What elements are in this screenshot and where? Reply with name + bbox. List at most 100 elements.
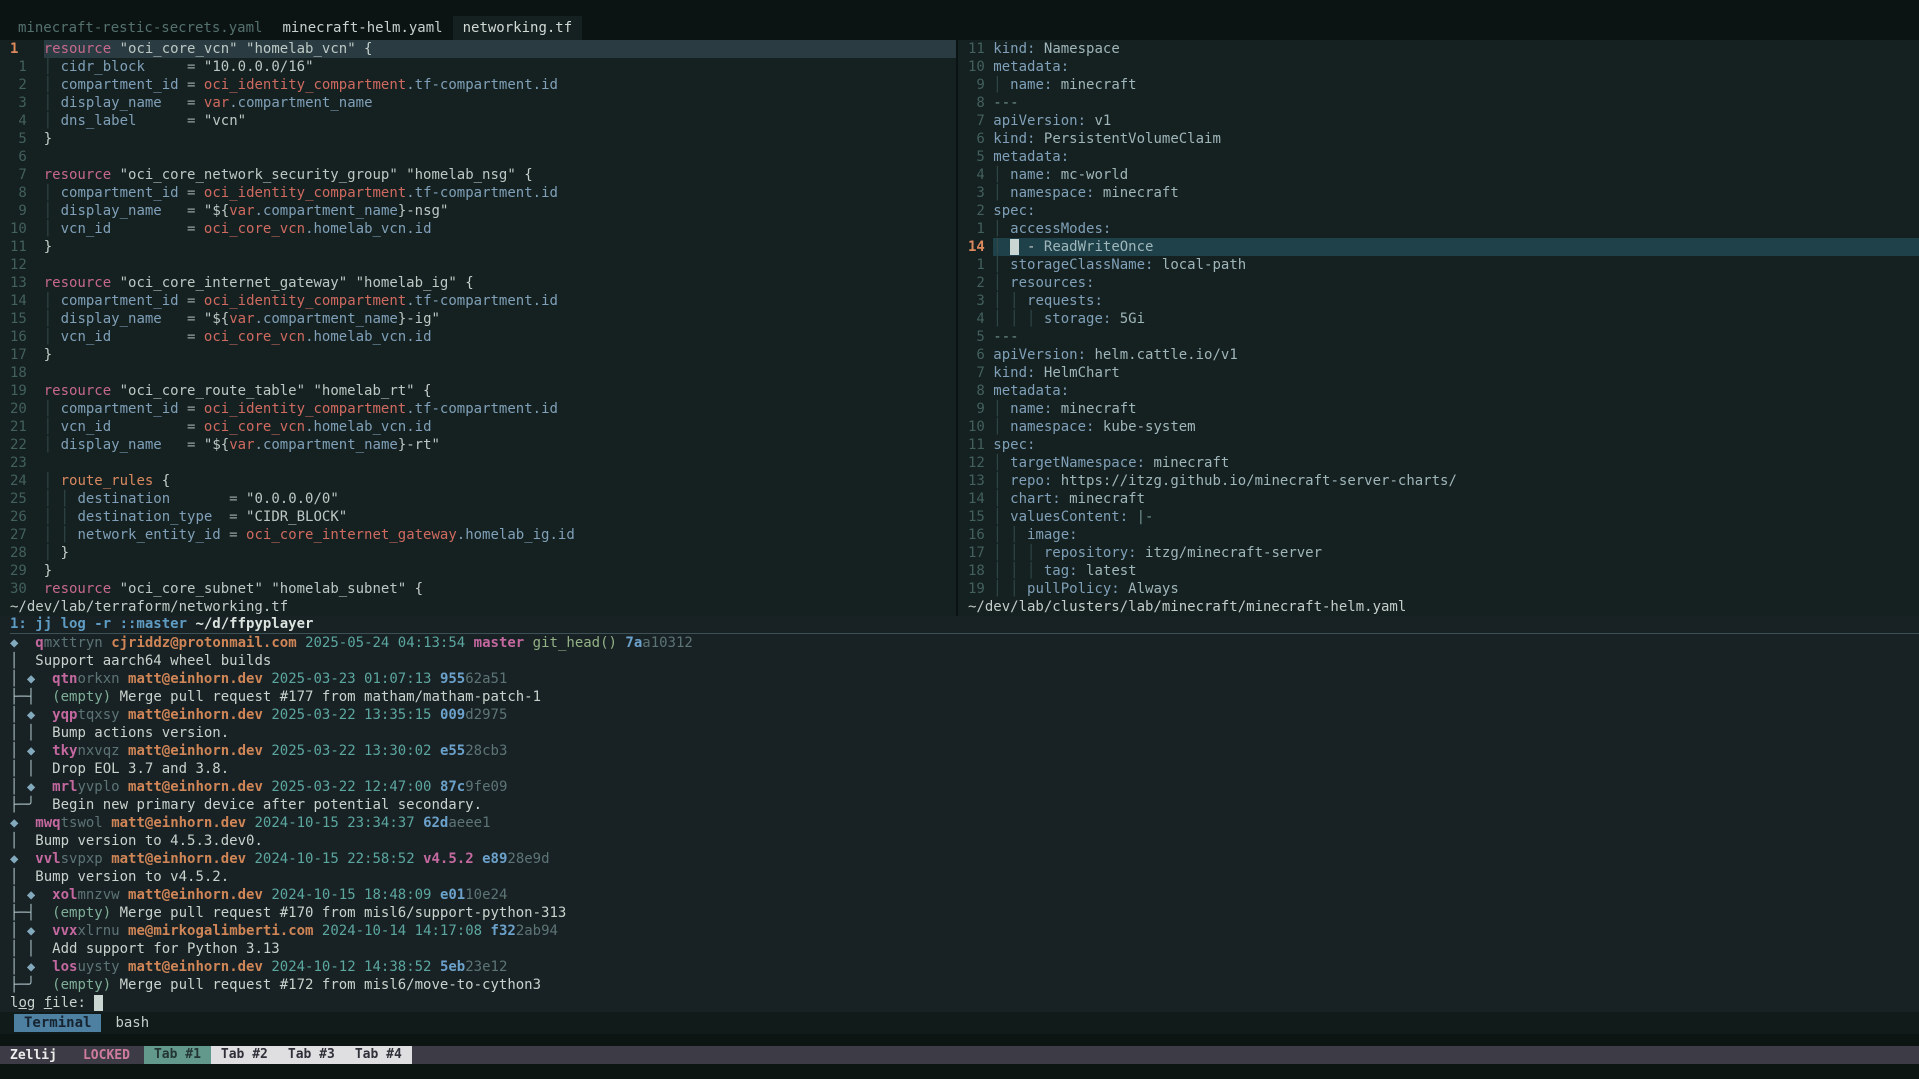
code-line: 6 kind: PersistentVolumeClaim [968,130,1919,148]
code-line: 7 resource "oci_core_network_security_gr… [10,166,956,184]
line-number: 13 [10,274,44,292]
terminal-pane[interactable]: 1: jj log -r ::master ~/d/ffpyplayer ◆ q… [0,616,1919,1012]
code-line: 10 metadata: [968,58,1919,76]
code-line: 10 │ vcn_id = oci_core_vcn.homelab_vcn.i… [10,220,956,238]
jj-log-line: │ Support aarch64 wheel builds [10,652,1919,670]
line-number: 17 [968,544,993,562]
code-line: 7 kind: HelmChart [968,364,1919,382]
code-line: 3 │ namespace: minecraft [968,184,1919,202]
jj-log-line: │ Bump version to v4.5.2. [10,868,1919,886]
jj-log-line: │ ◆ losuysty matt@einhorn.dev 2024-10-12… [10,958,1919,976]
line-number: 11 [10,238,44,256]
editor-pane-yaml[interactable]: 11 kind: Namespace10 metadata: 9 │ name:… [956,40,1919,616]
code-line: 5 } [10,130,956,148]
line-number: 10 [968,58,993,76]
code-line: 12 [10,256,956,274]
line-number: 9 [10,202,44,220]
line-number: 3 [10,94,44,112]
line-number: 25 [10,490,44,508]
line-number: 14 [10,292,44,310]
editor-pane-terraform[interactable]: 1 resource "oci_core_vcn" "homelab_vcn" … [0,40,956,616]
terminal-mode-chip[interactable]: Terminal [14,1014,101,1032]
buffer-tab-minecraft-helm.yaml[interactable]: minecraft-helm.yaml [272,16,452,40]
code-line: 21 │ vcn_id = oci_core_vcn.homelab_vcn.i… [10,418,956,436]
line-number: 16 [10,328,44,346]
line-number: 7 [968,364,993,382]
jj-log-line: │ Bump version to 4.5.3.dev0. [10,832,1919,850]
code-line: 30 resource "oci_core_subnet" "homelab_s… [10,580,956,598]
zellij-screen: minecraft-restic-secrets.yamlminecraft-h… [0,0,1919,1079]
terminal-mode-bar: Terminal bash [0,1012,1919,1034]
code-line: 8 --- [968,94,1919,112]
line-number: 29 [10,562,44,580]
line-number: 14 [968,238,993,256]
code-line: 17 } [10,346,956,364]
jj-log-line: │ ◆ vvxxlrnu me@mirkogalimberti.com 2024… [10,922,1919,940]
jj-log-line: ├─┤ (empty) Merge pull request #170 from… [10,904,1919,922]
buffer-tab-minecraft-restic-secrets.yaml[interactable]: minecraft-restic-secrets.yaml [8,16,272,40]
line-number: 11 [968,436,993,454]
code-line: 11 kind: Namespace [968,40,1919,58]
code-line: 4 │ name: mc-world [968,166,1919,184]
code-line: 15 │ valuesContent: |- [968,508,1919,526]
code-line: 9 │ display_name = "${var.compartment_na… [10,202,956,220]
code-line: 19 resource "oci_core_route_table" "home… [10,382,956,400]
buffer-tab-bar: minecraft-restic-secrets.yamlminecraft-h… [0,0,1919,40]
code-line: 5 metadata: [968,148,1919,166]
line-number: 1 [968,256,993,274]
line-number: 24 [10,472,44,490]
line-number: 7 [10,166,44,184]
zellij-tab-4[interactable]: Tab #4 [345,1046,412,1064]
line-number: 18 [10,364,44,382]
zellij-tab-1[interactable]: Tab #1 [144,1046,211,1064]
line-number: 27 [10,526,44,544]
code-line: 6 [10,148,956,166]
line-number: 2 [968,202,993,220]
zellij-tab-2[interactable]: Tab #2 [211,1046,278,1064]
line-number: 5 [968,328,993,346]
code-line: 9 │ name: minecraft [968,76,1919,94]
line-number: 19 [10,382,44,400]
code-line: 27 │ │ network_entity_id = oci_core_inte… [10,526,956,544]
line-number: 15 [10,310,44,328]
jj-log-line: │ ◆ qtnorkxn matt@einhorn.dev 2025-03-23… [10,670,1919,688]
statusline-left-path: ~/dev/lab/terraform/networking.tf [10,598,288,616]
code-line: 9 │ name: minecraft [968,400,1919,418]
zellij-tab-3[interactable]: Tab #3 [278,1046,345,1064]
code-line: 18 [10,364,956,382]
zellij-tabs: Tab #1Tab #2Tab #3Tab #4 [144,1046,412,1064]
code-line: 26 │ │ destination_type = "CIDR_BLOCK" [10,508,956,526]
line-number: 5 [10,130,44,148]
code-line: 1 resource "oci_core_vcn" "homelab_vcn" … [10,40,956,58]
code-line: 12 │ targetNamespace: minecraft [968,454,1919,472]
line-number: 28 [10,544,44,562]
buffer-tab-networking.tf[interactable]: networking.tf [453,16,583,40]
code-line: 1 │ accessModes: [968,220,1919,238]
code-line: 16 │ vcn_id = oci_core_vcn.homelab_vcn.i… [10,328,956,346]
jj-log-line: ├─╯ Begin new primary device after poten… [10,796,1919,814]
code-line: 28 │ } [10,544,956,562]
line-number: 1 [10,58,44,76]
line-number: 4 [10,112,44,130]
code-line: 10 │ namespace: kube-system [968,418,1919,436]
line-number: 9 [968,76,993,94]
line-number: 17 [10,346,44,364]
line-number: 11 [968,40,993,58]
statusline-right-path: ~/dev/lab/clusters/lab/minecraft/minecra… [968,598,1406,616]
zellij-mode-indicator: LOCKED [83,1048,130,1063]
code-line: 8 metadata: [968,382,1919,400]
line-number: 30 [10,580,44,598]
code-line: 6 apiVersion: helm.cattle.io/v1 [968,346,1919,364]
jj-log-line: │ │ Drop EOL 3.7 and 3.8. [10,760,1919,778]
code-line: 24 │ route_rules { [10,472,956,490]
code-line: 16 │ │ image: [968,526,1919,544]
line-number: 19 [968,580,993,598]
line-number: 2 [10,76,44,94]
jj-log-output: ◆ qmxttryn cjriddz@protonmail.com 2025-0… [10,634,1919,994]
code-line: 1 │ cidr_block = "10.0.0.0/16" [10,58,956,76]
line-number: 5 [968,148,993,166]
line-number: 12 [10,256,44,274]
jj-log-line: ◆ qmxttryn cjriddz@protonmail.com 2025-0… [10,634,1919,652]
terminal-prompt[interactable]: log file: [10,994,1919,1012]
code-line: 13 │ repo: https://itzg.github.io/minecr… [968,472,1919,490]
